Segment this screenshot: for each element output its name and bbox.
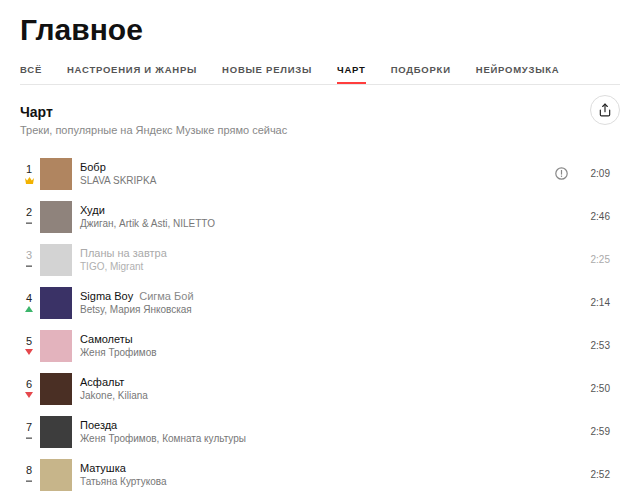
track-artists[interactable]: Женя Трофимов, Комната культуры [80, 432, 555, 445]
track-info: Планы на завтраTIGO, Migrant [80, 246, 555, 273]
track-duration: 2:25 [591, 252, 610, 267]
rank-cell: 1 [20, 163, 38, 184]
share-icon [598, 103, 612, 117]
tab[interactable]: НЕЙРОМУЗЫКА [476, 64, 560, 84]
chart-subtitle: Треки, популярные на Яндекс Музыке прямо… [20, 123, 287, 137]
track-artists[interactable]: SLAVA SKRIPKA [80, 174, 555, 187]
track-info: АсфальтJakone, Kiliana [80, 375, 555, 402]
track-info: Sigma Boy Сигма БойBetsy, Мария Янковская [80, 289, 555, 316]
track-artists[interactable]: Betsy, Мария Янковская [80, 303, 555, 316]
track-title[interactable]: Sigma Boy [80, 289, 133, 303]
rank-cell: 3 [20, 249, 38, 270]
track-row[interactable]: 2 ХудиДжиган, Artik & Asti, NILETTO 2:46 [20, 195, 620, 238]
track-title[interactable]: Поезда [80, 418, 117, 432]
track-duration: 2:46 [591, 209, 610, 224]
tab[interactable]: НАСТРОЕНИЯ И ЖАНРЫ [67, 64, 197, 84]
rank: 5 [26, 335, 32, 348]
tab[interactable]: НОВЫЕ РЕЛИЗЫ [222, 64, 312, 84]
track-title[interactable]: Худи [80, 203, 105, 217]
rank: 4 [26, 292, 32, 305]
track-duration: 2:50 [591, 381, 610, 396]
tab[interactable]: ВСЁ [20, 64, 42, 84]
rank-cell: 2 [20, 206, 38, 227]
trend-same-icon [26, 263, 32, 269]
track-cover[interactable] [40, 287, 72, 319]
track-row[interactable]: 1 БобрSLAVA SKRIPKA 2:09 [20, 152, 620, 195]
rank: 8 [26, 464, 32, 477]
share-button[interactable] [590, 95, 620, 125]
track-info: МатушкаТатьяна Куртукова [80, 461, 555, 488]
tab-bar: ВСЁ НАСТРОЕНИЯ И ЖАНРЫ НОВЫЕ РЕЛИЗЫ ЧАРТ ПОД… [20, 64, 620, 85]
rank-cell: 6 [20, 378, 38, 399]
track-cover[interactable] [40, 459, 72, 491]
rank-cell: 7 [20, 421, 38, 442]
rank: 2 [26, 206, 32, 219]
track-artists[interactable]: Татьяна Куртукова [80, 475, 555, 488]
track-cover[interactable] [40, 416, 72, 448]
trend-up-icon [25, 306, 33, 312]
track-duration: 2:09 [591, 166, 610, 181]
track-row[interactable]: 7 ПоездаЖеня Трофимов, Комната культуры 2:… [20, 410, 620, 453]
track-row[interactable]: 3 Планы на завтраTIGO, Migrant 2:25 [20, 238, 620, 281]
track-title[interactable]: Матушка [80, 461, 126, 475]
track-cover[interactable] [40, 330, 72, 362]
rank-cell: 4 [20, 292, 38, 313]
track-title[interactable]: Асфальт [80, 375, 124, 389]
track-duration: 2:53 [591, 338, 610, 353]
track-row[interactable]: 6 АсфальтJakone, Kiliana 2:50 [20, 367, 620, 410]
track-info: БобрSLAVA SKRIPKA [80, 160, 555, 187]
track-duration: 2:14 [591, 295, 610, 310]
track-row[interactable]: 4 Sigma Boy Сигма БойBetsy, Мария Янковска… [20, 281, 620, 324]
trend-same-icon [26, 220, 32, 226]
track-version: Сигма Бой [139, 289, 193, 303]
chart-header: Чарт Треки, популярные на Яндекс Музыке п… [20, 103, 620, 137]
trend-same-icon [26, 478, 32, 484]
crown-icon [25, 177, 34, 184]
track-duration: 2:59 [591, 424, 610, 439]
chart-title: Чарт [20, 103, 287, 121]
page-title: Главное [20, 0, 620, 48]
track-row[interactable]: 5 СамолетыЖеня Трофимов 2:53 [20, 324, 620, 367]
track-title[interactable]: Бобр [80, 160, 106, 174]
track-list: 1 БобрSLAVA SKRIPKA 2:09 2 ХудиДжиган, Artik… [20, 152, 620, 493]
rank: 3 [26, 249, 32, 262]
track-info: СамолетыЖеня Трофимов [80, 332, 555, 359]
track-cover[interactable] [40, 373, 72, 405]
track-title[interactable]: Планы на завтра [80, 246, 167, 260]
track-cover[interactable] [40, 244, 72, 276]
tab[interactable]: ПОДБОРКИ [391, 64, 451, 84]
trend-down-icon [25, 392, 33, 398]
trend-same-icon [26, 435, 32, 441]
track-cover[interactable] [40, 158, 72, 190]
track-duration: 2:52 [591, 467, 610, 482]
rank-cell: 8 [20, 464, 38, 485]
rank: 6 [26, 378, 32, 391]
rank-cell: 5 [20, 335, 38, 356]
track-artists[interactable]: Женя Трофимов [80, 346, 555, 359]
track-title[interactable]: Самолеты [80, 332, 133, 346]
page: Главное ВСЁ НАСТРОЕНИЯ И ЖАНРЫ НОВЫЕ РЕЛИЗЫ… [0, 0, 640, 493]
track-cover[interactable] [40, 201, 72, 233]
trend-down-icon [25, 349, 33, 355]
track-artists[interactable]: Jakone, Kiliana [80, 389, 555, 402]
explicit-icon [555, 167, 568, 180]
track-artists[interactable]: TIGO, Migrant [80, 260, 555, 273]
rank: 1 [26, 163, 32, 176]
tab[interactable]: ЧАРТ [337, 64, 366, 84]
rank: 7 [26, 421, 32, 434]
track-row[interactable]: 8 МатушкаТатьяна Куртукова 2:52 [20, 453, 620, 493]
track-info: ХудиДжиган, Artik & Asti, NILETTO [80, 203, 555, 230]
track-info: ПоездаЖеня Трофимов, Комната культуры [80, 418, 555, 445]
track-artists[interactable]: Джиган, Artik & Asti, NILETTO [80, 217, 555, 230]
